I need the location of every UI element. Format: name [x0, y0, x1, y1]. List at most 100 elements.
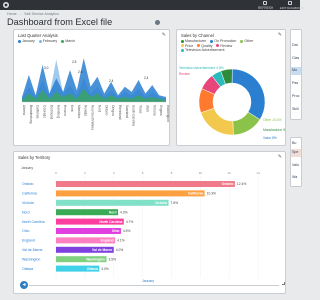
page-title: Dashboard from Excel file: [7, 17, 113, 27]
territory-bar: [56, 199, 169, 206]
breadcrumb-home[interactable]: Home: [7, 12, 17, 16]
x-tick-label: Hessen: [63, 105, 67, 116]
x-tick-label: 12: [227, 171, 231, 175]
territory-label: Val de Marne: [22, 248, 43, 252]
x-tick-label: Victoria: [152, 105, 156, 116]
settings-gear-icon[interactable]: [155, 19, 160, 25]
bar-inner-label: Ottawa: [87, 267, 98, 271]
right-panel-item[interactable]: Mo: [292, 68, 297, 72]
x-tick-label: Ontario: [104, 105, 108, 116]
territory-label: Washington: [22, 257, 40, 261]
scrollbar-track[interactable]: [29, 284, 279, 286]
x-tick-label: Kent: [70, 105, 74, 112]
x-tick-label: California: [36, 105, 40, 119]
x-tick-label: 4: [113, 171, 115, 175]
data-label: 2.4: [144, 76, 149, 80]
bar-inner-label: Victoria: [155, 201, 167, 205]
bar-value-label: 4.3%: [120, 210, 128, 214]
x-tick-label: 2: [84, 171, 86, 175]
x-tick-label: Nevada: [84, 105, 88, 116]
territory-label: England: [22, 239, 35, 243]
territory-label: Victoria: [22, 201, 34, 205]
x-tick-label: Colorado: [43, 105, 47, 118]
x-tick-label: Nord: [97, 105, 101, 112]
right-panel: Dat Clas Mo Pas Proc Skill: [290, 29, 302, 120]
right-panel-item[interactable]: Spe: [292, 150, 298, 154]
scroll-left-button[interactable]: ◂: [20, 281, 28, 289]
bar-inner-label: North Carolina: [99, 220, 122, 224]
territory-label: Ohio: [22, 229, 29, 233]
x-tick-label: 0: [55, 171, 57, 175]
x-tick-label: Utah: [145, 105, 149, 112]
data-label: 2.5: [72, 60, 77, 64]
x-tick-label: New South Wales: [91, 105, 95, 131]
territory-label: North Carolina: [22, 220, 45, 224]
x-tick-label: South Carolina: [132, 105, 136, 126]
bar-value-label: 4.7%: [126, 220, 134, 224]
sales-by-channel-panel: Sales by Channel ✎ Manufacturer On Promo…: [176, 29, 286, 146]
x-tick-label: Dortmund: [49, 105, 53, 119]
edit-label: EDIT DASHBOARD: [280, 5, 305, 10]
bar-inner-label: Washington: [86, 257, 105, 261]
territory-label: Ontario: [22, 182, 34, 186]
bar-value-label: 4.0%: [116, 248, 124, 252]
territory-label: California: [22, 192, 37, 196]
right-panel-2: Bu Spe Valu Wa: [290, 137, 302, 187]
slice-label: Review: [179, 72, 190, 76]
x-tick-label: Washington: [166, 105, 170, 122]
sales-by-channel-chart: Television Advertisement 4.8% Review Other…: [179, 66, 286, 140]
x-tick-label: Oregon: [111, 105, 115, 116]
edit-icon: [288, 1, 292, 5]
breadcrumb-self-service[interactable]: Self-Service Analytics: [24, 12, 59, 16]
bar-value-label: 12.4%: [237, 182, 246, 186]
sales-by-territory-panel: Sales by Territory ✎ January 0 2 4 6 8 10 12 14…: [13, 151, 286, 294]
bar-inner-label: California: [188, 192, 203, 196]
breadcrumb-separator: →: [18, 12, 23, 16]
slice-label: Television Advertisement 4.8%: [179, 66, 224, 70]
bar-inner-label: Val de Marne: [92, 248, 112, 252]
x-tick-label: 14: [256, 171, 260, 175]
resize-handle-icon[interactable]: [282, 282, 285, 285]
bar-value-label: 3.5%: [109, 257, 117, 261]
x-tick-label: Saarland: [125, 105, 129, 118]
bar-value-label: 10.3%: [207, 192, 216, 196]
right-panel-item[interactable]: Wa: [292, 175, 297, 179]
bar-inner-label: Nord: [109, 210, 117, 214]
breadcrumb: Home → Self-Service Analytics: [7, 12, 59, 16]
bar-inner-label: Ontario: [222, 182, 234, 186]
refresh-icon: [263, 1, 267, 5]
territory-bar: [56, 190, 205, 197]
sales-by-territory-chart: 0 2 4 6 8 10 12 14Ontario Ontario 12.4%California…: [22, 171, 260, 278]
right-panel-item[interactable]: Proc: [292, 94, 299, 98]
app-logo: [3, 2, 9, 8]
right-panel-item[interactable]: Clas: [292, 56, 299, 60]
right-panel-item[interactable]: Valu: [292, 163, 299, 167]
donut-slice-on-promotion: [231, 68, 266, 120]
bar-inner-label: England: [101, 239, 114, 243]
x-tick-label: Manitoba: [77, 105, 81, 118]
territory-label: Ottawa: [22, 267, 33, 271]
last-quarter-panel: Last Quarter Analysis ✎ January February…: [13, 29, 170, 146]
bar-value-label: 3.0%: [101, 267, 109, 271]
territory-bar: [56, 181, 235, 187]
x-tick-label: Hamburg: [56, 105, 60, 118]
territory-label: Nord: [22, 210, 30, 214]
x-tick-label: Rheinland: [118, 105, 122, 120]
right-panel-item[interactable]: Dat: [292, 43, 298, 47]
data-label: 2.6: [78, 70, 83, 74]
slice-label: Value 8%: [263, 136, 277, 140]
slice-label: Manufacturer 5.7%: [263, 128, 286, 132]
refresh-button[interactable]: REFRESH: [258, 1, 273, 10]
right-panel-item[interactable]: Skill: [292, 107, 299, 111]
bar-value-label: 7.8%: [171, 201, 179, 205]
x-tick-label: 6: [142, 171, 144, 175]
edit-dashboard-button[interactable]: EDIT DASHBOARD: [280, 1, 305, 10]
last-quarter-chart: 3.0 2.5 2.6 2.4 2.4 Alberta Brandenburg Califor…: [22, 58, 170, 131]
right-panel-item[interactable]: Bu: [292, 141, 296, 145]
slice-label: Other 15.4%: [263, 118, 282, 122]
top-bar: REFRESH EDIT DASHBOARD: [0, 0, 305, 10]
bar-value-label: 4.5%: [123, 229, 131, 233]
x-tick-label: 8: [171, 171, 173, 175]
bar-value-label: 4.1%: [117, 239, 125, 243]
right-panel-item[interactable]: Pas: [292, 81, 298, 85]
